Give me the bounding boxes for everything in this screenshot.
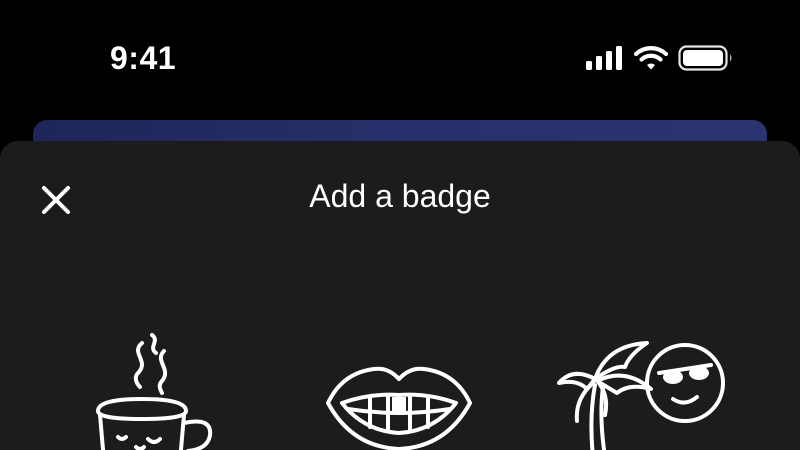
status-icons	[586, 44, 734, 76]
badge-island[interactable]	[555, 337, 735, 450]
wifi-icon	[633, 45, 669, 76]
app-screen: 9:41 Add a badge	[0, 0, 800, 450]
status-time: 9:41	[110, 40, 177, 76]
add-badge-sheet: Add a badge	[0, 141, 800, 450]
palm-tree-sun-icon	[555, 337, 735, 450]
sheet-title: Add a badge	[309, 178, 491, 214]
badge-coffee[interactable]	[90, 331, 220, 450]
coffee-cup-icon	[90, 331, 220, 450]
status-bar: 9:41	[0, 0, 800, 110]
cellular-signal-icon	[586, 45, 624, 75]
gap-tooth-smile-icon	[322, 359, 476, 450]
battery-icon	[678, 44, 734, 76]
badge-smile[interactable]	[322, 359, 476, 450]
